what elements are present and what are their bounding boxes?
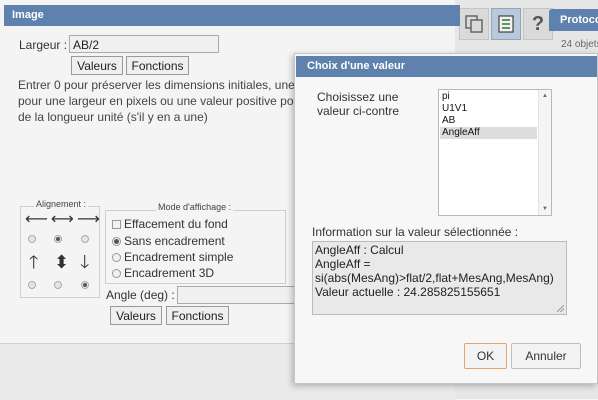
angle-functions-button[interactable]: Fonctions [166,306,229,325]
width-label: Largeur : [19,38,68,52]
info-label: Information sur la valeur sélectionnée : [312,225,519,239]
align-top-left-radio[interactable] [28,235,36,243]
angle-input[interactable] [177,286,297,304]
display-mode-legend: Mode d'affichage : [156,202,234,212]
value-chooser-dialog: Choix d'une valeur Choisissez une valeur… [294,53,598,384]
frame-3d-radio[interactable]: Encadrement 3D [112,266,214,280]
align-bottom-left-radio[interactable] [28,281,36,289]
image-dialog-title: Image [4,5,460,26]
alignment-legend: Alignement : [34,199,89,209]
arrow-left-right-icon: ⟷ [51,211,74,228]
width-input[interactable]: AB/2 [69,35,219,53]
list-item[interactable]: AB [440,115,537,127]
arrow-left-icon: ⟵ [25,211,48,228]
tab-protocol[interactable]: Protocole [549,9,598,31]
cancel-button[interactable]: Annuler [511,343,581,369]
angle-label: Angle (deg) : [106,288,175,302]
protocol-tool-button[interactable] [491,8,521,40]
info-textarea[interactable]: AngleAff : Calcul AngleAff = si(abs(MesA… [312,241,567,315]
list-icon [498,15,514,33]
list-item[interactable]: pi [440,91,537,103]
angle-values-button[interactable]: Valeurs [110,306,162,325]
no-frame-radio[interactable]: Sans encadrement [112,234,225,248]
listbox-scrollbar[interactable]: ▲ ▼ [538,90,551,215]
radio-dot [112,253,121,262]
list-item[interactable]: U1V1 [440,103,537,115]
checkbox-box [112,220,121,229]
radio-dot [112,237,121,246]
arrow-up-down-icon: ⬍ [54,252,70,272]
radio-dot [112,269,121,278]
scroll-up-icon[interactable]: ▲ [542,93,548,99]
align-top-right-radio[interactable] [81,235,89,243]
align-bottom-right-radio[interactable] [81,281,89,289]
arrow-right-icon: ⟶ [77,211,100,228]
list-item-selected[interactable]: AngleAff [440,127,537,139]
objects-count: 24 objets [561,39,598,50]
copy-icon [465,15,483,33]
ok-button[interactable]: OK [464,343,507,369]
values-listbox[interactable]: pi U1V1 AB AngleAff ▲ ▼ [438,89,552,216]
value-chooser-prompt: Choisissez une valeur ci-contre [317,90,400,118]
simple-frame-radio[interactable]: Encadrement simple [112,250,233,264]
arrow-down-icon: 🡓 [80,252,90,272]
arrow-up-icon: 🡑 [29,252,39,272]
copy-tool-button[interactable] [459,8,489,40]
width-values-button[interactable]: Valeurs [71,56,123,75]
value-chooser-title: Choix d'une valeur [296,56,597,77]
resize-handle-icon[interactable] [557,305,564,312]
help-icon: ? [531,12,545,35]
scroll-down-icon[interactable]: ▼ [542,206,548,212]
align-top-center-radio[interactable] [54,235,62,243]
align-bottom-center-radio[interactable] [54,281,62,289]
erase-background-checkbox[interactable]: Effacement du fond [112,217,228,231]
width-functions-button[interactable]: Fonctions [126,56,189,75]
